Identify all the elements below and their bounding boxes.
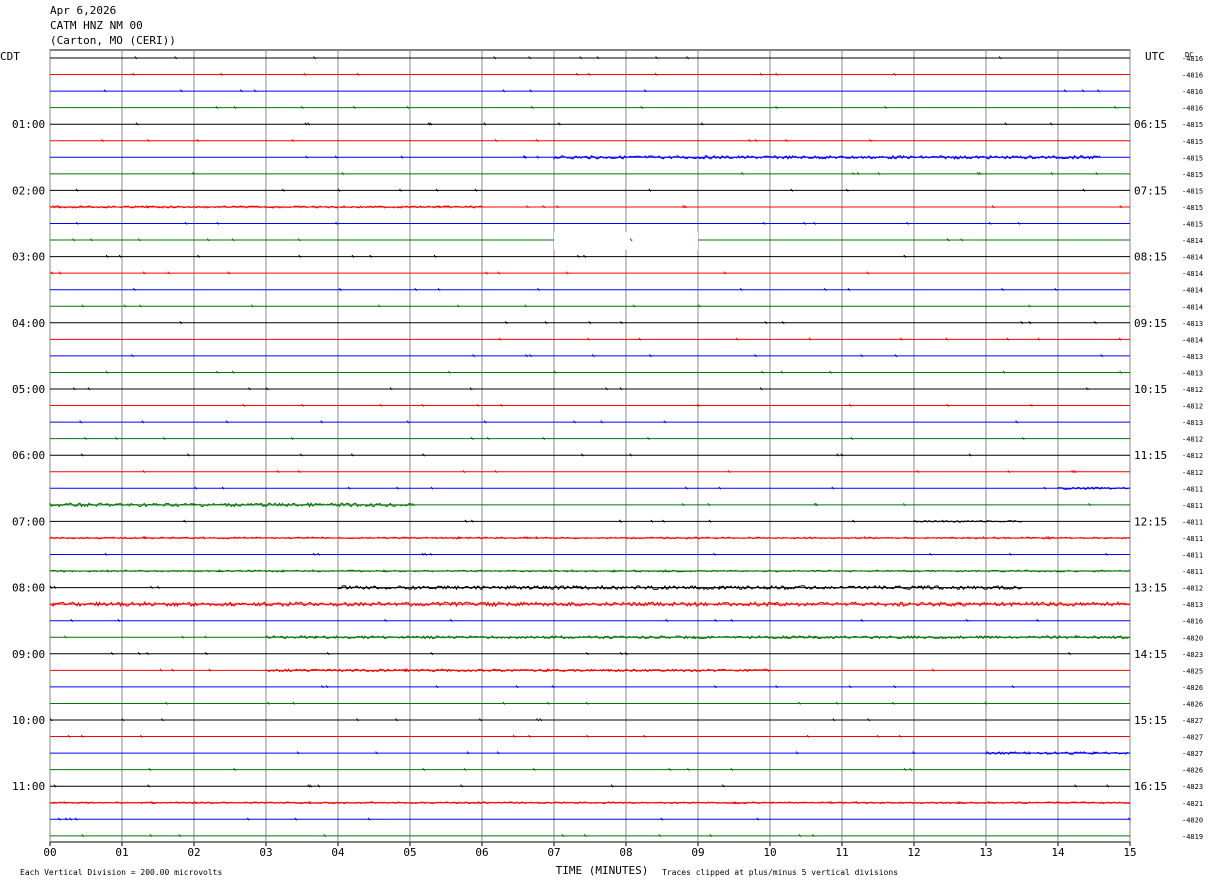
dc-header-label: DC	[1185, 51, 1193, 59]
dc-offset-label: -4825	[1182, 667, 1203, 675]
dc-offset-label: -4813	[1182, 369, 1203, 377]
dc-offset-label: -4814	[1182, 270, 1203, 278]
dc-offset-label: -4812	[1182, 452, 1203, 460]
utc-hour-label: 07:15	[1134, 184, 1167, 197]
x-axis-title: TIME (MINUTES)	[556, 864, 649, 877]
dc-offset-label: -4815	[1182, 154, 1203, 162]
dc-offset-label: -4814	[1182, 237, 1203, 245]
dc-offset-label: -4815	[1182, 121, 1203, 129]
x-tick-label: 10	[763, 846, 776, 859]
cdt-hour-label: 02:00	[12, 184, 45, 197]
dc-offset-label: -4819	[1182, 833, 1203, 841]
dc-offset-label: -4816	[1182, 88, 1203, 96]
cdt-hour-label: 01:00	[12, 118, 45, 131]
x-tick-label: 02	[187, 846, 200, 859]
x-tick-label: 07	[547, 846, 560, 859]
clip-note: Traces clipped at plus/minus 5 vertical …	[662, 868, 898, 877]
x-tick-label: 15	[1123, 846, 1136, 859]
dc-offset-label: -4816	[1182, 618, 1203, 626]
cdt-hour-label: 07:00	[12, 515, 45, 528]
dc-offset-label: -4814	[1182, 336, 1203, 344]
x-tick-label: 13	[979, 846, 992, 859]
cdt-hour-label: 03:00	[12, 251, 45, 264]
x-tick-label: 09	[691, 846, 704, 859]
utc-hour-label: 06:15	[1134, 118, 1167, 131]
dc-offset-label: -4813	[1182, 419, 1203, 427]
dc-offset-label: -4827	[1182, 717, 1203, 725]
dc-offset-label: -4820	[1182, 634, 1203, 642]
utc-hour-label: 14:15	[1134, 648, 1167, 661]
cdt-hour-label: 06:00	[12, 449, 45, 462]
dc-offset-label: -4811	[1182, 568, 1203, 576]
x-tick-label: 06	[475, 846, 488, 859]
dc-offset-label: -4815	[1182, 171, 1203, 179]
dc-offset-label: -4823	[1182, 651, 1203, 659]
dc-offset-label: -4812	[1182, 386, 1203, 394]
dc-offset-label: -4812	[1182, 403, 1203, 411]
dc-offset-label: -4813	[1182, 353, 1203, 361]
utc-axis-label: UTC	[1145, 50, 1165, 63]
dc-offset-label: -4815	[1182, 204, 1203, 212]
x-tick-label: 11	[835, 846, 848, 859]
dc-offset-label: -4812	[1182, 436, 1203, 444]
x-tick-label: 08	[619, 846, 632, 859]
cdt-hour-label: 05:00	[12, 383, 45, 396]
dc-offset-label: -4811	[1182, 485, 1203, 493]
dc-offset-label: -4827	[1182, 734, 1203, 742]
utc-hour-label: 11:15	[1134, 449, 1167, 462]
helicorder-chart: 00 01 02 03 04 05 06 07 08 09 10 11 12 13 14 15 -4816 -48…	[0, 49, 1203, 877]
utc-hour-label: 16:15	[1134, 780, 1167, 793]
dc-offset-label: -4815	[1182, 187, 1203, 195]
x-tick-label: 03	[259, 846, 272, 859]
dc-offset-label: -4811	[1182, 535, 1203, 543]
dc-offset-label: -4826	[1182, 700, 1203, 708]
dc-offset-label: -4814	[1182, 303, 1203, 311]
dc-offset-label: -4811	[1182, 518, 1203, 526]
dc-offset-label: -4812	[1182, 585, 1203, 593]
x-tick-label: 01	[115, 846, 128, 859]
x-tick-label: 12	[907, 846, 920, 859]
dc-offset-label: -4811	[1182, 502, 1203, 510]
cdt-hour-label: 08:00	[12, 582, 45, 595]
dc-offset-label: -4814	[1182, 287, 1203, 295]
dc-offset-label: -4816	[1182, 105, 1203, 113]
cdt-hour-label: 04:00	[12, 317, 45, 330]
x-tick-label: 00	[43, 846, 56, 859]
cdt-hour-label: 10:00	[12, 714, 45, 727]
dc-offset-label: -4813	[1182, 320, 1203, 328]
x-tick-label: 05	[403, 846, 416, 859]
plot-frame	[49, 49, 1131, 843]
trace-activity	[49, 569, 1131, 573]
dc-offset-label: -4813	[1182, 601, 1203, 609]
utc-hour-label: 13:15	[1134, 582, 1167, 595]
dc-offset-label: -4823	[1182, 783, 1203, 791]
utc-hour-label: 09:15	[1134, 317, 1167, 330]
vertical-division-note: Each Vertical Division = 200.00 microvol…	[20, 868, 222, 877]
utc-hour-label: 12:15	[1134, 515, 1167, 528]
utc-hour-label: 08:15	[1134, 251, 1167, 264]
dc-offset-label: -4814	[1182, 254, 1203, 262]
data-gap	[554, 232, 698, 250]
cdt-hour-label: 09:00	[12, 648, 45, 661]
dc-offset-label: -4826	[1182, 684, 1203, 692]
cdt-hour-label: 11:00	[12, 780, 45, 793]
dc-offset-label: -4827	[1182, 750, 1203, 758]
utc-hour-label: 10:15	[1134, 383, 1167, 396]
cdt-axis-label: CDT	[0, 50, 20, 63]
dc-offset-label: -4815	[1182, 221, 1203, 229]
x-tick-label: 14	[1051, 846, 1065, 859]
dc-offset-label: -4821	[1182, 800, 1203, 808]
utc-hour-label: 15:15	[1134, 714, 1167, 727]
dc-offset-label: -4811	[1182, 552, 1203, 560]
x-tick-label: 04	[331, 846, 345, 859]
dc-offset-label: -4826	[1182, 767, 1203, 775]
dc-offset-label: -4815	[1182, 138, 1203, 146]
dc-offset-label: -4820	[1182, 816, 1203, 824]
dc-offset-label: -4816	[1182, 72, 1203, 80]
dc-offset-label: -4812	[1182, 469, 1203, 477]
